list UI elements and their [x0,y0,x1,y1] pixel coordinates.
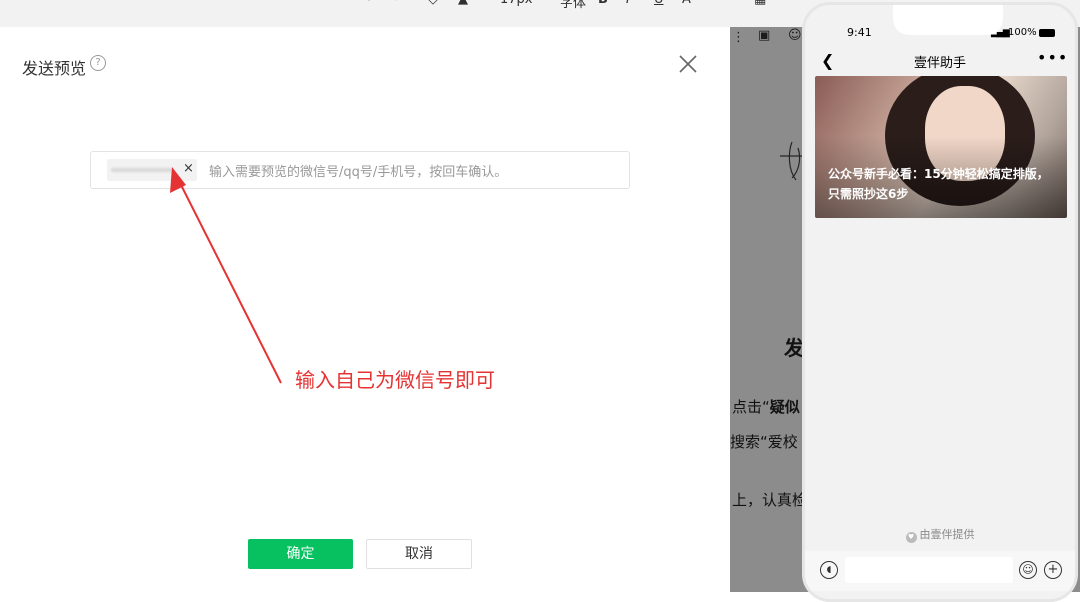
voice-icon[interactable]: ◖ [820,561,838,579]
battery-text: 100% [1008,27,1037,38]
annotation-text: 输入自己为微信号即可 [295,368,495,392]
message-input[interactable] [845,557,1013,583]
article-title: 公众号新手必看：15分钟轻松搞定排版，只需照抄这6步 [828,167,1049,201]
battery-icon [1039,29,1055,37]
status-time: 9:41 [847,26,872,39]
chat-input-bar: ◖ ☺ + [805,551,1075,591]
phone-preview: 9:41 ▂▄▆ 100% ❮ 壹伴助手 ••• 公众号新手必看：15分钟轻松搞… [802,2,1078,602]
more-icon[interactable]: ••• [1037,48,1068,67]
cancel-button[interactable]: 取消 [366,539,472,569]
status-bar: 9:41 ▂▄▆ 100% [805,5,1075,45]
chat-title: 壹伴助手 [913,56,966,71]
plus-icon[interactable]: + [1044,561,1062,579]
article-card[interactable]: 公众号新手必看：15分钟轻松搞定排版，只需照抄这6步 [815,76,1067,218]
heart-icon: ♥ [905,532,917,543]
provider-label: ♥ 由壹伴提供 [805,526,1075,543]
close-icon[interactable] [676,52,700,76]
chat-nav-bar: ❮ 壹伴助手 ••• [805,45,1075,75]
emoji-icon[interactable]: ☺ [1019,561,1037,579]
send-preview-dialog: 发送预览 ? × 输入需要预览的微信号/qq号/手机号，按回车确认。 输入自己为… [0,27,730,592]
signal-icon: ▂▄▆ [991,28,1010,38]
confirm-button[interactable]: 确定 [248,539,353,569]
phone-notch [893,5,1003,35]
annotation-arrow [170,167,282,384]
